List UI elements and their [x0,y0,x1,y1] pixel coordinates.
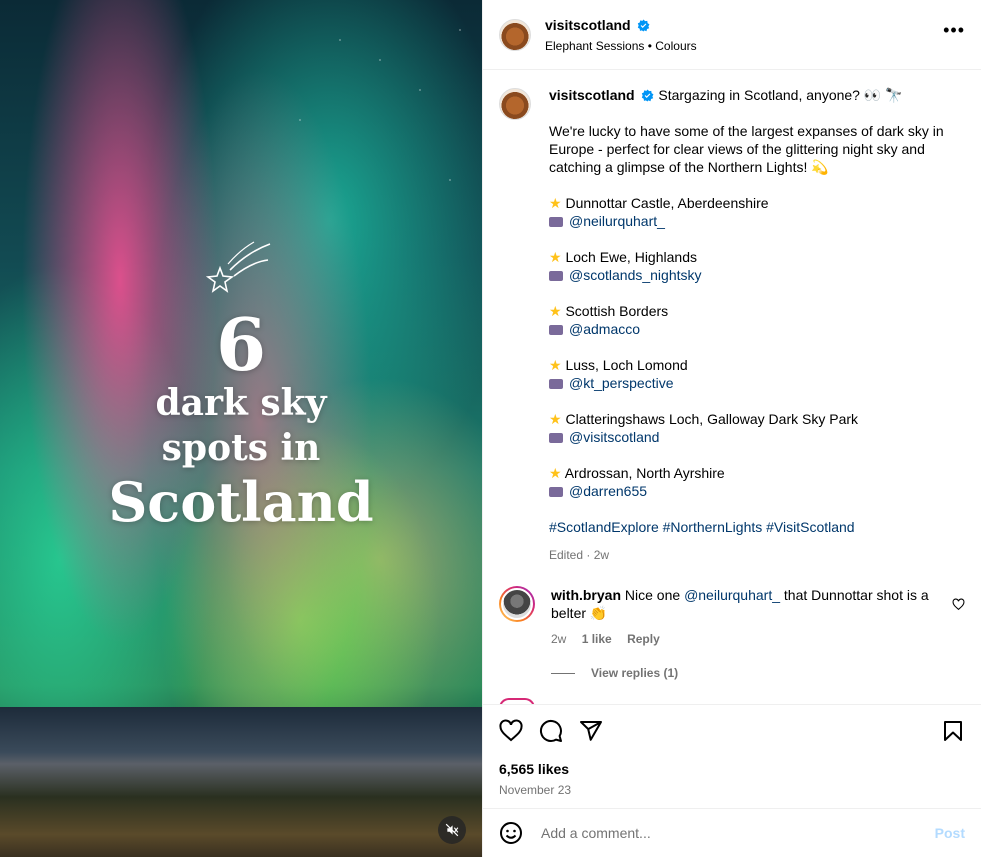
reply-button[interactable]: Reply [627,632,660,646]
star-icon: ★ [549,357,562,373]
post-header: visitscotland Elephant Sessions • Colour… [483,0,981,70]
post-comment-button[interactable]: Post [935,825,965,841]
post-date[interactable]: November 23 [499,783,965,797]
headline-line-2: spots in [161,427,321,469]
caption-username[interactable]: visitscotland [549,87,635,103]
camera-icon [549,271,563,281]
mute-icon [445,823,459,837]
camera-icon [549,433,563,443]
heart-icon[interactable] [499,719,523,743]
comment-text-before: Nice one [624,587,685,603]
hashtags[interactable]: #ScotlandExplore #NorthernLights #VisitS… [549,518,965,536]
star-icon: ★ [549,411,562,427]
credit-link[interactable]: @scotlands_nightsky [569,267,702,283]
spot-item: ★ Dunnottar Castle, Aberdeenshire @neilur… [549,194,965,230]
share-icon[interactable] [579,719,603,743]
add-comment-bar: Post [483,808,981,857]
credit-link[interactable]: @visitscotland [569,429,659,445]
spot-item: ★ Luss, Loch Lomond @kt_perspective [549,356,965,392]
post-actions: 6,565 likes November 23 [483,704,981,808]
shooting-star-icon [206,241,271,293]
camera-icon [549,217,563,227]
spot-place: Ardrossan, North Ayrshire [564,465,725,481]
spot-item: ★ Loch Ewe, Highlands @scotlands_nightsky [549,248,965,284]
comments-scroll-area[interactable]: visitscotland Stargazing in Scotland, an… [483,70,981,704]
caption-avatar[interactable] [499,88,531,120]
credit-link[interactable]: @neilurquhart_ [569,213,665,229]
headline-line-1: dark sky [155,382,327,424]
caption-intro: Stargazing in Scotland, anyone? 👀 🔭 [658,87,903,103]
comment-actions: 2w 1 like Reply [551,630,951,648]
star-icon: ★ [549,465,562,481]
audio-track[interactable]: Elephant Sessions • Colours [545,39,943,53]
replies-divider [551,672,575,674]
verified-badge-icon [642,89,654,102]
edited-label: Edited · 2w [549,548,610,562]
post-caption: visitscotland Stargazing in Scotland, an… [499,86,965,564]
action-icons [499,715,965,747]
spot-place: Luss, Loch Lomond [565,357,688,373]
post-side-panel: visitscotland Elephant Sessions • Colour… [482,0,981,857]
likes-count[interactable]: 6,565 likes [499,761,965,777]
spot-place: Dunnottar Castle, Aberdeenshire [565,195,769,211]
spot-place: Clatteringshaws Loch, Galloway Dark Sky … [565,411,859,427]
post-media[interactable]: 6 dark sky spots in Scotland [0,0,482,857]
view-replies-label[interactable]: View replies (1) [591,666,678,680]
comment-likes[interactable]: 1 like [582,632,612,646]
spot-item: ★ Clatteringshaws Loch, Galloway Dark Sk… [549,410,965,446]
commenter-username[interactable]: with.bryan [551,587,621,603]
more-options-icon[interactable]: ••• [943,20,965,41]
headline-number: 6 [215,302,267,387]
comment-mention[interactable]: @neilurquhart_ [684,587,780,603]
author-username[interactable]: visitscotland [545,17,631,33]
comment-icon[interactable] [539,719,563,743]
caption-text: We're lucky to have some of the largest … [549,123,944,175]
credit-link[interactable]: @darren655 [569,483,647,499]
credit-link[interactable]: @kt_perspective [569,375,673,391]
instagram-post: 6 dark sky spots in Scotland visitscotla… [0,0,981,857]
emoji-icon[interactable] [499,821,523,845]
bookmark-icon[interactable] [941,719,965,743]
caption-body: visitscotland Stargazing in Scotland, an… [549,86,965,564]
comment: with.bryan Nice one @neilurquhart_ that … [499,586,965,648]
star-icon: ★ [549,303,562,319]
credit-link[interactable]: @admacco [569,321,640,337]
mute-button[interactable] [438,816,466,844]
star-icon: ★ [549,249,562,265]
spot-item: ★ Ardrossan, North Ayrshire @darren655 [549,464,965,500]
comment-time[interactable]: 2w [551,632,566,646]
headline-line-3: Scotland [108,470,374,534]
landscape-ground [0,707,482,857]
camera-icon [549,325,563,335]
author-avatar[interactable] [499,18,531,51]
spot-place: Scottish Borders [565,303,669,319]
spot-place: Loch Ewe, Highlands [565,249,697,265]
star-icon: ★ [549,195,562,211]
camera-icon [549,487,563,497]
author-info: visitscotland Elephant Sessions • Colour… [545,17,943,53]
comment-input[interactable] [541,825,935,841]
verified-badge-icon [638,19,650,31]
comment-like-heart-icon[interactable] [952,598,965,611]
camera-icon [549,379,563,389]
view-replies[interactable]: View replies (1) [551,666,965,680]
comment-body: with.bryan Nice one @neilurquhart_ that … [551,586,951,648]
spot-item: ★ Scottish Borders @admacco [549,302,965,338]
commenter-avatar[interactable] [499,586,535,622]
